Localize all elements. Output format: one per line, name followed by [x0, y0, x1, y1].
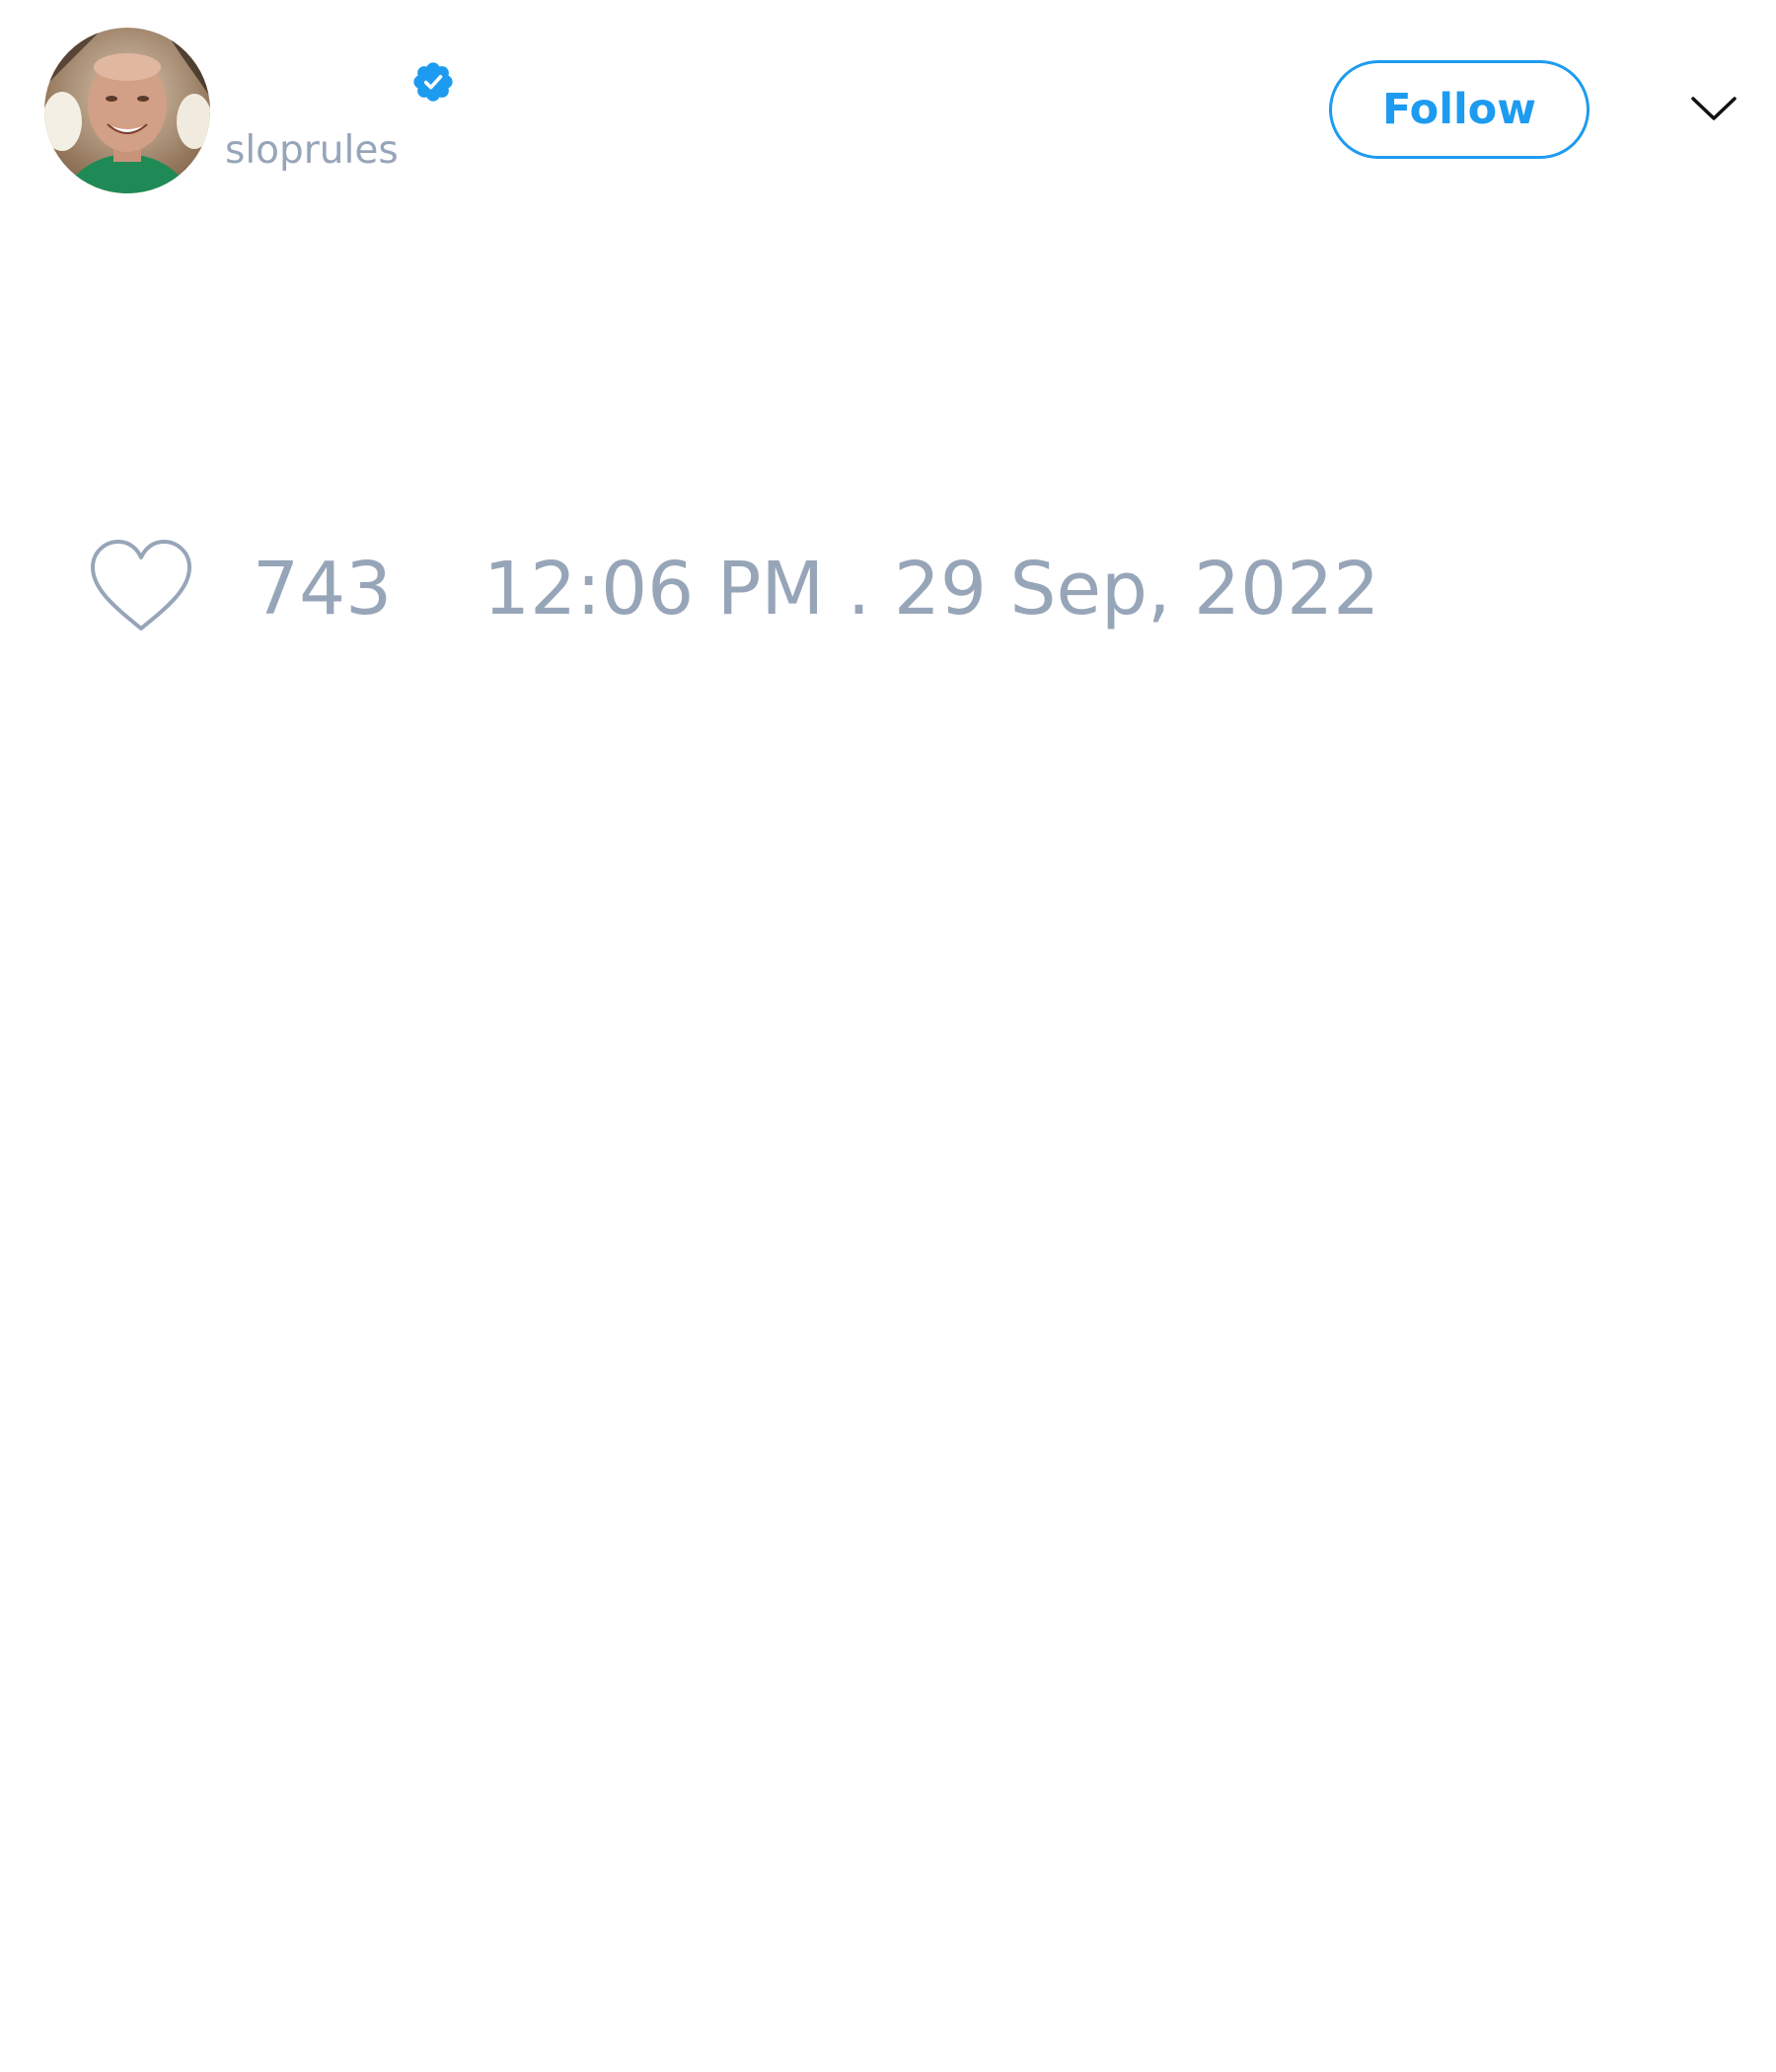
follow-button[interactable]: Follow: [1329, 60, 1590, 159]
avatar-photo: [44, 28, 210, 193]
verified-badge-icon: [413, 62, 453, 102]
heart-outline-icon[interactable]: [87, 538, 195, 636]
tweet-timestamp[interactable]: 12:06 PM . 29 Sep, 2022: [483, 548, 1379, 630]
user-handle[interactable]: sloprules: [225, 126, 399, 176]
chevron-down-icon[interactable]: [1689, 89, 1739, 128]
avatar[interactable]: [44, 28, 210, 193]
tweet-card: sloprules Follow 743 12:06 PM . 29 Sep, …: [0, 0, 1776, 2072]
like-count: 743: [253, 547, 393, 631]
